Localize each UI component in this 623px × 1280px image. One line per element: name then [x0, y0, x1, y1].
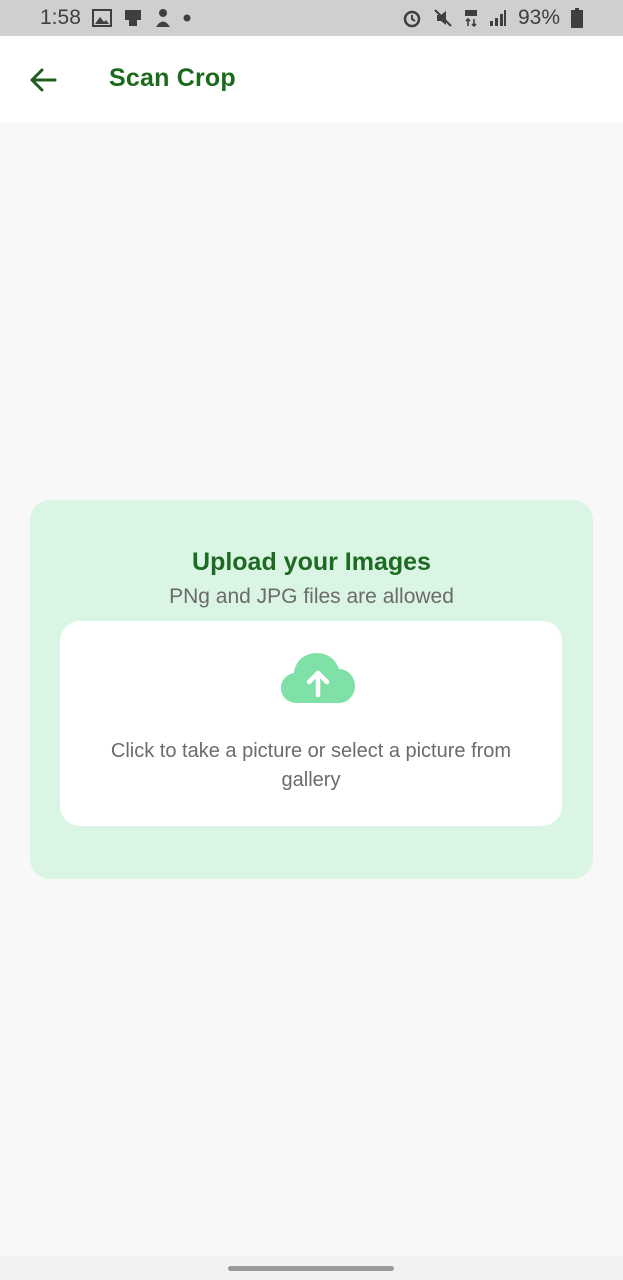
dot-icon	[183, 14, 191, 22]
mute-icon	[433, 8, 453, 28]
cloud-upload-icon	[281, 653, 355, 703]
back-button[interactable]	[27, 64, 59, 96]
status-bar: 1:58 93%	[0, 0, 623, 36]
alarm-icon	[402, 8, 422, 28]
upload-drop-zone[interactable]: Click to take a picture or select a pict…	[60, 621, 562, 826]
status-time: 1:58	[40, 6, 81, 29]
signal-icon	[489, 9, 507, 27]
upload-prompt: Click to take a picture or select a pict…	[110, 740, 512, 791]
battery-icon	[571, 8, 583, 28]
status-right: 93%	[402, 6, 583, 30]
mascot-icon	[154, 8, 172, 28]
gesture-handle[interactable]	[228, 1266, 394, 1271]
upload-title: Upload your Images	[192, 548, 431, 576]
app-bar: Scan Crop	[0, 36, 623, 122]
battery-percent: 93%	[517, 6, 560, 29]
status-left: 1:58	[40, 6, 191, 30]
upload-subtitle: PNg and JPG files are allowed	[169, 585, 454, 608]
upload-card: Upload your Images PNg and JPG files are…	[30, 500, 593, 879]
page-title: Scan Crop	[109, 64, 236, 92]
image-icon	[91, 9, 112, 27]
device-icon	[123, 8, 143, 28]
arrow-left-icon	[30, 68, 57, 92]
network-4g-icon	[464, 8, 478, 28]
